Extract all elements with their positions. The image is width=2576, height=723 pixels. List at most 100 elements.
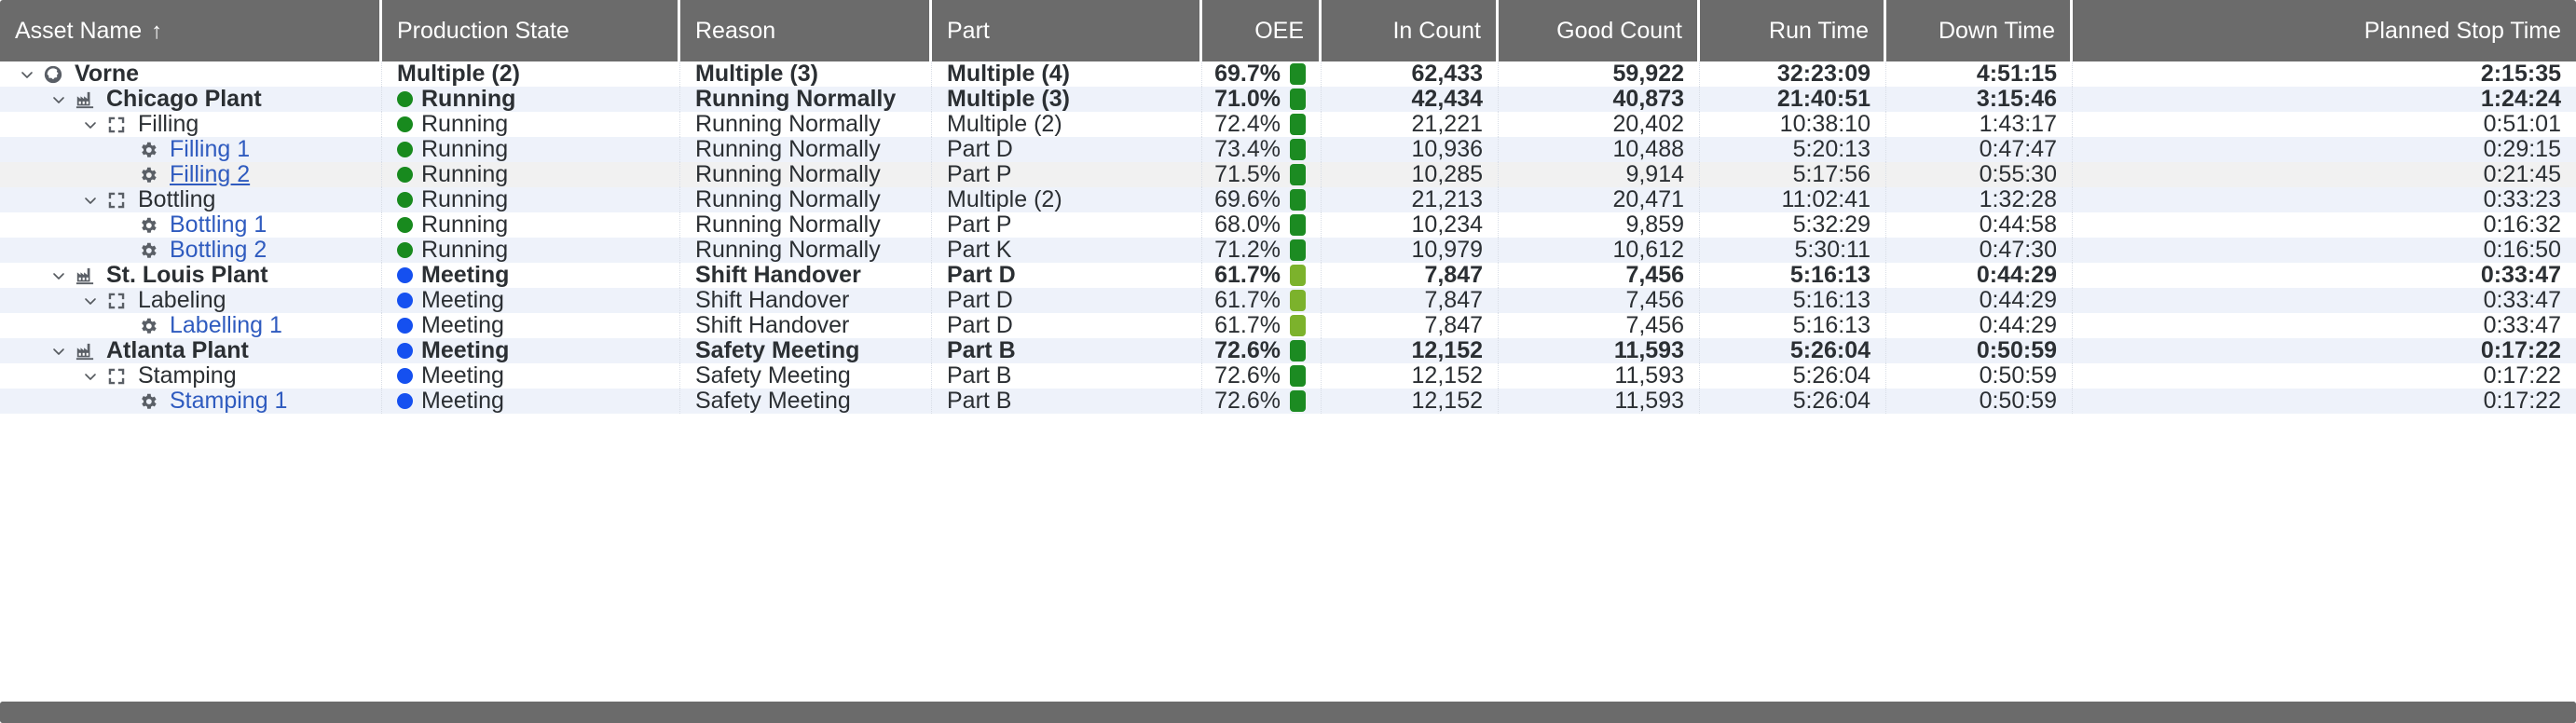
asset-name-cell[interactable]: St. Louis Plant bbox=[0, 263, 382, 288]
column-header-part[interactable]: Part bbox=[932, 0, 1202, 61]
asset-name-cell[interactable]: Stamping 1 bbox=[0, 389, 382, 414]
column-header-label: OEE bbox=[1254, 17, 1304, 44]
table-row[interactable]: Labeling Meeting Shift Handover Part D 61.7%… bbox=[0, 288, 2576, 313]
asset-name-link[interactable]: Filling 1 bbox=[170, 137, 250, 162]
production-state-label: Meeting bbox=[421, 337, 510, 363]
run-time-cell: 5:32:29 bbox=[1700, 212, 1886, 238]
good-count-cell: 59,922 bbox=[1499, 61, 1700, 87]
oee-cell: 73.4% bbox=[1202, 137, 1322, 162]
in-count-cell: 10,979 bbox=[1322, 238, 1499, 263]
status-dot bbox=[397, 192, 413, 208]
oee-cell: 68.0% bbox=[1202, 212, 1322, 238]
column-header-planned-stop-time[interactable]: Planned Stop Time bbox=[2073, 0, 2576, 61]
planned-stop-time-cell: 0:33:47 bbox=[2073, 263, 2576, 288]
production-state-label: Running bbox=[421, 211, 509, 238]
part-cell: Multiple (2) bbox=[932, 187, 1202, 212]
asset-name-cell[interactable]: Chicago Plant bbox=[0, 87, 382, 112]
reason-cell: Running Normally bbox=[680, 162, 932, 187]
table-row[interactable]: Filling 1 Running Running Normally Part D 73… bbox=[0, 137, 2576, 162]
oee-value: 72.6% bbox=[1214, 388, 1281, 414]
chevron-down-icon[interactable] bbox=[47, 338, 71, 363]
table-row[interactable]: Stamping 1 Meeting Safety Meeting Part B 72.… bbox=[0, 389, 2576, 414]
oee-value: 68.0% bbox=[1214, 211, 1281, 238]
production-state-label: Multiple (2) bbox=[397, 61, 520, 87]
production-state-label: Meeting bbox=[421, 287, 504, 313]
table-row[interactable]: Atlanta Plant Meeting Safety Meeting Part B… bbox=[0, 338, 2576, 363]
column-header-production-state[interactable]: Production State bbox=[382, 0, 680, 61]
production-state-cell: Running bbox=[382, 112, 680, 137]
sort-ascending-icon[interactable]: ↑ bbox=[151, 19, 162, 44]
chevron-down-icon[interactable] bbox=[78, 112, 103, 137]
oee-value: 73.4% bbox=[1214, 136, 1281, 162]
column-header-label: Planned Stop Time bbox=[2364, 17, 2561, 44]
production-state-label: Running bbox=[421, 161, 509, 187]
horizontal-scrollbar[interactable] bbox=[0, 702, 2576, 723]
asset-name-cell[interactable]: Atlanta Plant bbox=[0, 338, 382, 363]
down-time-cell: 1:43:17 bbox=[1886, 112, 2073, 137]
run-time-cell: 5:16:13 bbox=[1700, 288, 1886, 313]
table-row[interactable]: Stamping Meeting Safety Meeting Part B 72.6%… bbox=[0, 363, 2576, 389]
planned-stop-time-cell: 1:24:24 bbox=[2073, 87, 2576, 112]
down-time-cell: 0:44:29 bbox=[1886, 313, 2073, 338]
oee-status-bar bbox=[1290, 89, 1306, 110]
asset-name-label: Chicago Plant bbox=[106, 86, 262, 112]
asset-name-cell[interactable]: Filling 2 bbox=[0, 162, 382, 187]
column-header-label: Run Time bbox=[1769, 17, 1869, 44]
table-row[interactable]: Labelling 1 Meeting Shift Handover Part D 61… bbox=[0, 313, 2576, 338]
chevron-down-icon[interactable] bbox=[15, 61, 39, 87]
part-cell: Part D bbox=[932, 137, 1202, 162]
reason-cell: Running Normally bbox=[680, 212, 932, 238]
column-header-down-time[interactable]: Down Time bbox=[1886, 0, 2073, 61]
column-header-asset-name[interactable]: Asset Name ↑ bbox=[0, 0, 382, 61]
table-row[interactable]: Bottling Running Running Normally Multiple … bbox=[0, 187, 2576, 212]
column-header-label: Reason bbox=[695, 17, 776, 44]
chevron-down-icon[interactable] bbox=[78, 363, 103, 389]
asset-name-cell[interactable]: Bottling bbox=[0, 187, 382, 212]
asset-name-cell[interactable]: Filling bbox=[0, 112, 382, 137]
table-row[interactable]: St. Louis Plant Meeting Shift Handover Part… bbox=[0, 263, 2576, 288]
table-row[interactable]: Vorne Multiple (2) Multiple (3) Multiple (4… bbox=[0, 61, 2576, 87]
asset-name-cell[interactable]: Filling 1 bbox=[0, 137, 382, 162]
oee-cell: 69.6% bbox=[1202, 187, 1322, 212]
status-dot bbox=[397, 368, 413, 384]
asset-name-link[interactable]: Stamping 1 bbox=[170, 389, 287, 414]
asset-name-cell[interactable]: Labelling 1 bbox=[0, 313, 382, 338]
chevron-down-icon[interactable] bbox=[47, 87, 71, 112]
asset-name-cell[interactable]: Stamping bbox=[0, 363, 382, 389]
chevron-down-icon[interactable] bbox=[47, 263, 71, 288]
gear-icon bbox=[134, 162, 162, 187]
asset-name-link[interactable]: Bottling 1 bbox=[170, 212, 267, 238]
down-time-cell: 0:50:59 bbox=[1886, 338, 2073, 363]
column-header-run-time[interactable]: Run Time bbox=[1700, 0, 1886, 61]
table-row[interactable]: Chicago Plant Running Running Normally Mult… bbox=[0, 87, 2576, 112]
column-header-in-count[interactable]: In Count bbox=[1322, 0, 1499, 61]
asset-name-link[interactable]: Labelling 1 bbox=[170, 313, 282, 338]
column-header-oee[interactable]: OEE bbox=[1202, 0, 1322, 61]
horizontal-scrollbar-thumb[interactable] bbox=[0, 702, 2576, 723]
asset-name-cell[interactable]: Bottling 2 bbox=[0, 238, 382, 263]
column-header-good-count[interactable]: Good Count bbox=[1499, 0, 1700, 61]
table-row[interactable]: Bottling 1 Running Running Normally Part P 6… bbox=[0, 212, 2576, 238]
planned-stop-time-cell: 0:21:45 bbox=[2073, 162, 2576, 187]
part-cell: Part P bbox=[932, 162, 1202, 187]
asset-name-cell[interactable]: Vorne bbox=[0, 61, 382, 87]
asset-name-cell[interactable]: Labeling bbox=[0, 288, 382, 313]
table-row[interactable]: Filling 2 Running Running Normally Part P 71… bbox=[0, 162, 2576, 187]
chevron-down-icon[interactable] bbox=[78, 288, 103, 313]
planned-stop-time-cell: 0:51:01 bbox=[2073, 112, 2576, 137]
in-count-cell: 7,847 bbox=[1322, 263, 1499, 288]
oee-cell: 69.7% bbox=[1202, 61, 1322, 87]
table-row[interactable]: Bottling 2 Running Running Normally Part K 7… bbox=[0, 238, 2576, 263]
line-icon bbox=[103, 288, 130, 313]
column-header-reason[interactable]: Reason bbox=[680, 0, 932, 61]
production-state-cell: Running bbox=[382, 137, 680, 162]
in-count-cell: 42,434 bbox=[1322, 87, 1499, 112]
asset-name-link[interactable]: Bottling 2 bbox=[170, 238, 267, 263]
chevron-down-icon[interactable] bbox=[78, 187, 103, 212]
asset-name-link[interactable]: Filling 2 bbox=[170, 162, 250, 187]
table-row[interactable]: Filling Running Running Normally Multiple (… bbox=[0, 112, 2576, 137]
asset-name-cell[interactable]: Bottling 1 bbox=[0, 212, 382, 238]
production-state-cell: Running bbox=[382, 87, 680, 112]
production-state-cell: Meeting bbox=[382, 338, 680, 363]
oee-status-bar bbox=[1290, 265, 1306, 286]
